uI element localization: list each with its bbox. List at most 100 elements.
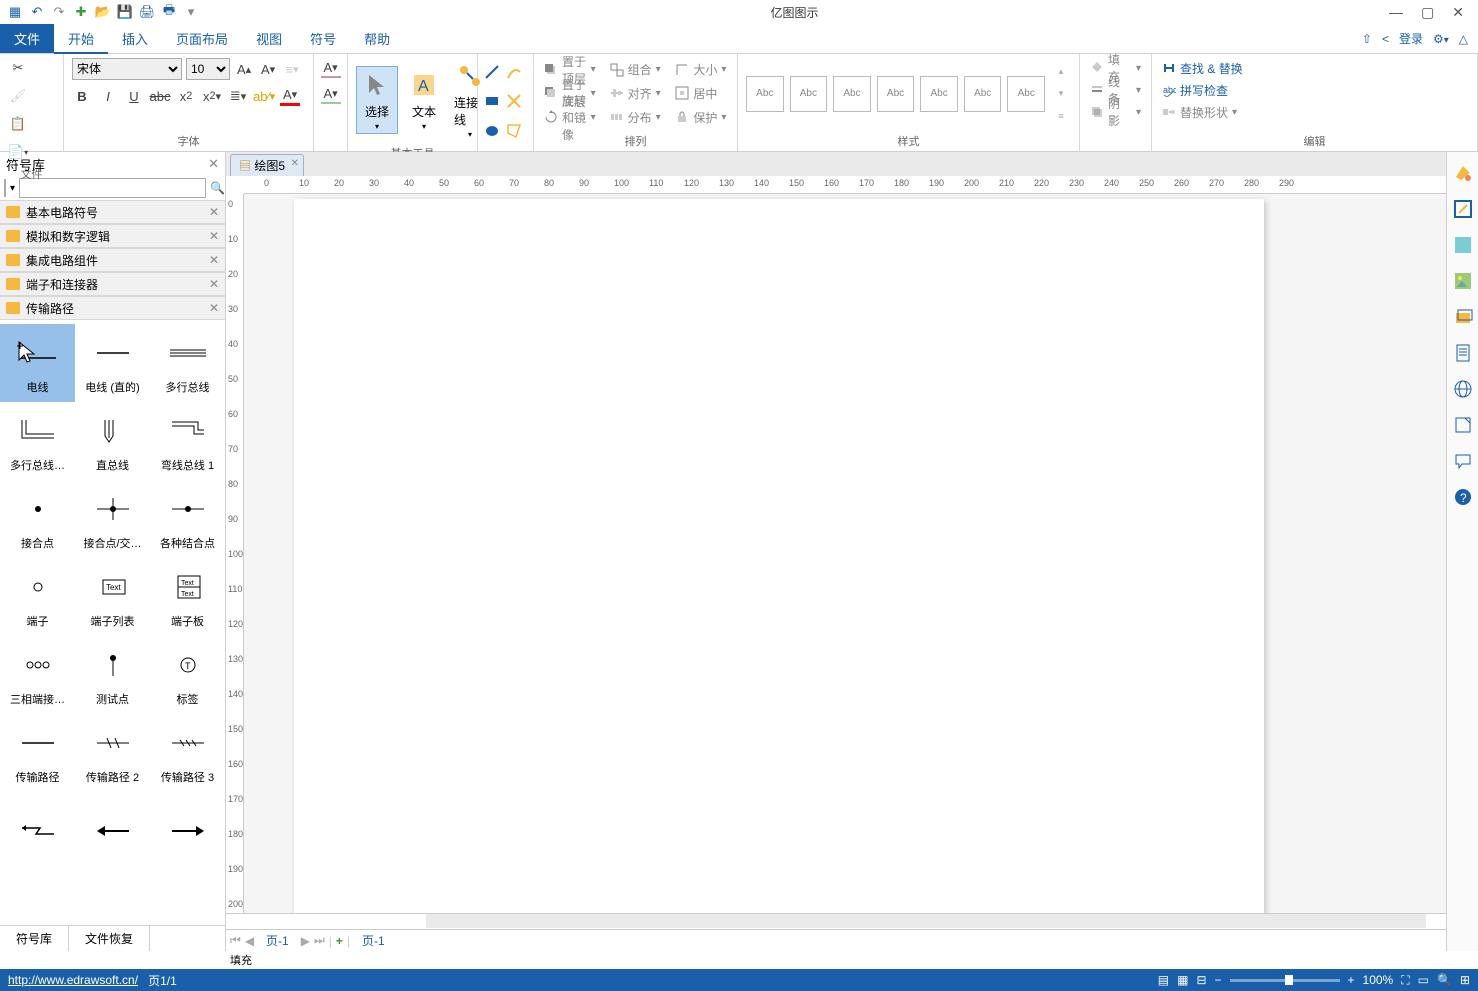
symbol-termboard[interactable]: TextText端子板 xyxy=(150,558,225,636)
superscript-icon[interactable]: x2▾ xyxy=(202,86,222,106)
format-painter-icon[interactable]: 🖌 xyxy=(8,86,28,106)
symbol-multibus[interactable]: 多行总线 xyxy=(150,324,225,402)
sidebar-tab-recover[interactable]: 文件恢复 xyxy=(69,926,150,951)
open-icon[interactable]: 📂 xyxy=(94,3,112,21)
symbol-junction-x[interactable]: 接合点/交… xyxy=(75,480,150,558)
tab-file[interactable]: 文件 xyxy=(0,24,54,53)
cat-close-icon[interactable]: ✕ xyxy=(209,301,219,315)
canvas-viewport[interactable] xyxy=(244,194,1446,913)
rpanel-pen-icon[interactable] xyxy=(1452,198,1474,220)
reshape-button[interactable]: 替换形状▾ xyxy=(1160,102,1469,122)
sidebar-close-icon[interactable]: ✕ xyxy=(208,156,219,172)
search-go-icon[interactable]: 🔍 xyxy=(210,181,225,195)
symbol-arrow-right[interactable] xyxy=(150,792,225,870)
tab-symbol[interactable]: 符号 xyxy=(296,24,350,53)
symbol-wire-straight[interactable]: 电线 (直的) xyxy=(75,324,150,402)
increase-font-icon[interactable]: A▴ xyxy=(234,59,254,79)
font-name-select[interactable]: 宋体 xyxy=(72,58,182,80)
pagetab-add[interactable]: + xyxy=(336,934,343,948)
size-button[interactable]: 大小▾ xyxy=(673,60,729,80)
settings-icon[interactable]: ⚙▾ xyxy=(1433,32,1449,46)
new-icon[interactable]: ✚ xyxy=(72,3,90,21)
cat-close-icon[interactable]: ✕ xyxy=(209,253,219,267)
decrease-font-icon[interactable]: A▾ xyxy=(258,59,278,79)
clear-format-icon[interactable]: ≡▾ xyxy=(282,59,302,79)
bold-icon[interactable]: B xyxy=(72,86,92,106)
tab-layout[interactable]: 页面布局 xyxy=(162,24,242,53)
zoom-actual-icon[interactable]: 🔍 xyxy=(1437,973,1452,987)
rpanel-help-icon[interactable]: ? xyxy=(1452,486,1474,508)
symbol-curvebus1[interactable]: 弯线总线 1 xyxy=(150,402,225,480)
zoom-out-icon[interactable]: − xyxy=(1215,973,1222,987)
symbol-termlist[interactable]: Text端子列表 xyxy=(75,558,150,636)
group-button[interactable]: 组合▾ xyxy=(608,60,664,80)
view-mode-1-icon[interactable]: ▤ xyxy=(1158,973,1169,987)
view-mode-2-icon[interactable]: ▦ xyxy=(1177,973,1188,987)
protect-button[interactable]: 保护▾ xyxy=(673,107,729,127)
font-size-select[interactable]: 10 xyxy=(186,58,230,80)
shadow-button[interactable]: 阴影▾ xyxy=(1088,102,1143,122)
oval-shape-icon[interactable] xyxy=(484,123,500,139)
pagetab-nav-prev-icon[interactable]: ◀ xyxy=(245,934,254,948)
more-shape-icon[interactable] xyxy=(506,123,522,139)
style-preset-3[interactable]: Abc xyxy=(833,76,871,112)
rpanel-image-icon[interactable] xyxy=(1452,270,1474,292)
rpanel-layer-icon[interactable] xyxy=(1452,306,1474,328)
rpanel-note-icon[interactable] xyxy=(1452,414,1474,436)
select-tool[interactable]: 选择 ▾ xyxy=(356,66,398,134)
rpanel-doc-icon[interactable] xyxy=(1452,342,1474,364)
underline-icon[interactable]: U xyxy=(124,86,144,106)
login-link[interactable]: 登录 xyxy=(1399,30,1423,47)
align-v-icon[interactable]: A▾ xyxy=(321,84,341,104)
export-icon[interactable]: ⇧ xyxy=(1362,32,1372,46)
bullets-icon[interactable]: ≣▾ xyxy=(228,86,248,106)
highlight-icon[interactable]: ab⁄▾ xyxy=(254,86,274,106)
undo-icon[interactable]: ↶ xyxy=(28,3,46,21)
tab-insert[interactable]: 插入 xyxy=(108,24,162,53)
collapse-ribbon-icon[interactable]: △ xyxy=(1459,32,1468,46)
symbol-triphase[interactable]: 三相端接… xyxy=(0,636,75,714)
symbol-junction[interactable]: 接合点 xyxy=(0,480,75,558)
symbol-wire[interactable]: 电线 xyxy=(0,324,75,402)
style-preset-4[interactable]: Abc xyxy=(877,76,915,112)
category-analog[interactable]: 模拟和数字逻辑✕ xyxy=(0,224,225,248)
strike-icon[interactable]: abc xyxy=(150,86,170,106)
rpanel-fill-icon[interactable] xyxy=(1452,234,1474,256)
align-button[interactable]: 对齐▾ xyxy=(608,83,664,103)
symbol-terminal[interactable]: 端子 xyxy=(0,558,75,636)
line-shape-icon[interactable] xyxy=(484,64,500,80)
style-preset-1[interactable]: Abc xyxy=(746,76,784,112)
style-more-icon[interactable]: ≡ xyxy=(1051,106,1071,126)
qat-more-icon[interactable]: ▾ xyxy=(182,3,200,21)
distribute-button[interactable]: 分布▾ xyxy=(608,107,664,127)
zoom-in-icon[interactable]: + xyxy=(1348,973,1355,987)
category-basic[interactable]: 基本电路符号✕ xyxy=(0,200,225,224)
italic-icon[interactable]: I xyxy=(98,86,118,106)
style-preset-2[interactable]: Abc xyxy=(790,76,828,112)
pagetab-list[interactable]: 页-1 xyxy=(354,932,393,949)
pagetab-current[interactable]: 页-1 xyxy=(258,932,297,949)
tab-start[interactable]: 开始 xyxy=(54,24,108,53)
fit-page-icon[interactable]: ⛶ xyxy=(1401,973,1409,988)
close-icon[interactable]: ✕ xyxy=(1452,4,1464,21)
cat-close-icon[interactable]: ✕ xyxy=(209,205,219,219)
rpanel-theme-icon[interactable] xyxy=(1452,162,1474,184)
cross-shape-icon[interactable] xyxy=(506,93,522,109)
tab-view[interactable]: 视图 xyxy=(242,24,296,53)
font-color-icon[interactable]: A▾ xyxy=(280,86,300,106)
style-preset-7[interactable]: Abc xyxy=(1007,76,1045,112)
text-tool[interactable]: A 文本 ▾ xyxy=(404,67,444,133)
category-ic[interactable]: 集成电路组件✕ xyxy=(0,248,225,272)
align-h-icon[interactable]: A▾ xyxy=(321,58,341,78)
cut-icon[interactable]: ✂ xyxy=(8,58,28,78)
style-next-icon[interactable]: ▾ xyxy=(1051,84,1071,104)
grid-icon[interactable]: ⊞ xyxy=(1460,973,1470,987)
share-icon[interactable]: < xyxy=(1382,32,1389,46)
symbol-tpath2[interactable]: 传输路径 2 xyxy=(75,714,150,792)
status-url[interactable]: http://www.edrawsoft.cn/ xyxy=(8,973,138,987)
symbol-tag[interactable]: T标签 xyxy=(150,636,225,714)
page-sheet[interactable] xyxy=(294,199,1264,913)
arc-shape-icon[interactable] xyxy=(506,64,522,80)
zoom-slider[interactable] xyxy=(1230,979,1340,982)
sidebar-tab-symlib[interactable]: 符号库 xyxy=(0,926,69,951)
